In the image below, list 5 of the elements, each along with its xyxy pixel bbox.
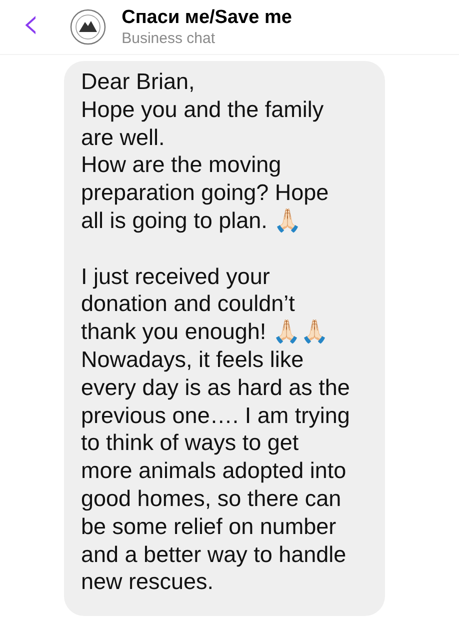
avatar-icon	[70, 9, 106, 45]
back-button[interactable]: ‹	[16, 4, 46, 50]
chat-title: Спаси ме/Save me	[122, 7, 292, 29]
message-bubble: Dear Brian, Hope you and the family are well. How are the moving preparation going? Hope all is going to plan. 🙏🏻 I just received your donation and couldn’t thank you enough! 🙏🏻🙏🏻 Nowadays, it feels like every day is as hard as the previous one…. I am trying to think of ways to get more animals adopted into good homes, so there can be some relief on number and a better way to handle new rescues.	[64, 61, 385, 616]
chat-subtitle: Business chat	[122, 30, 216, 47]
